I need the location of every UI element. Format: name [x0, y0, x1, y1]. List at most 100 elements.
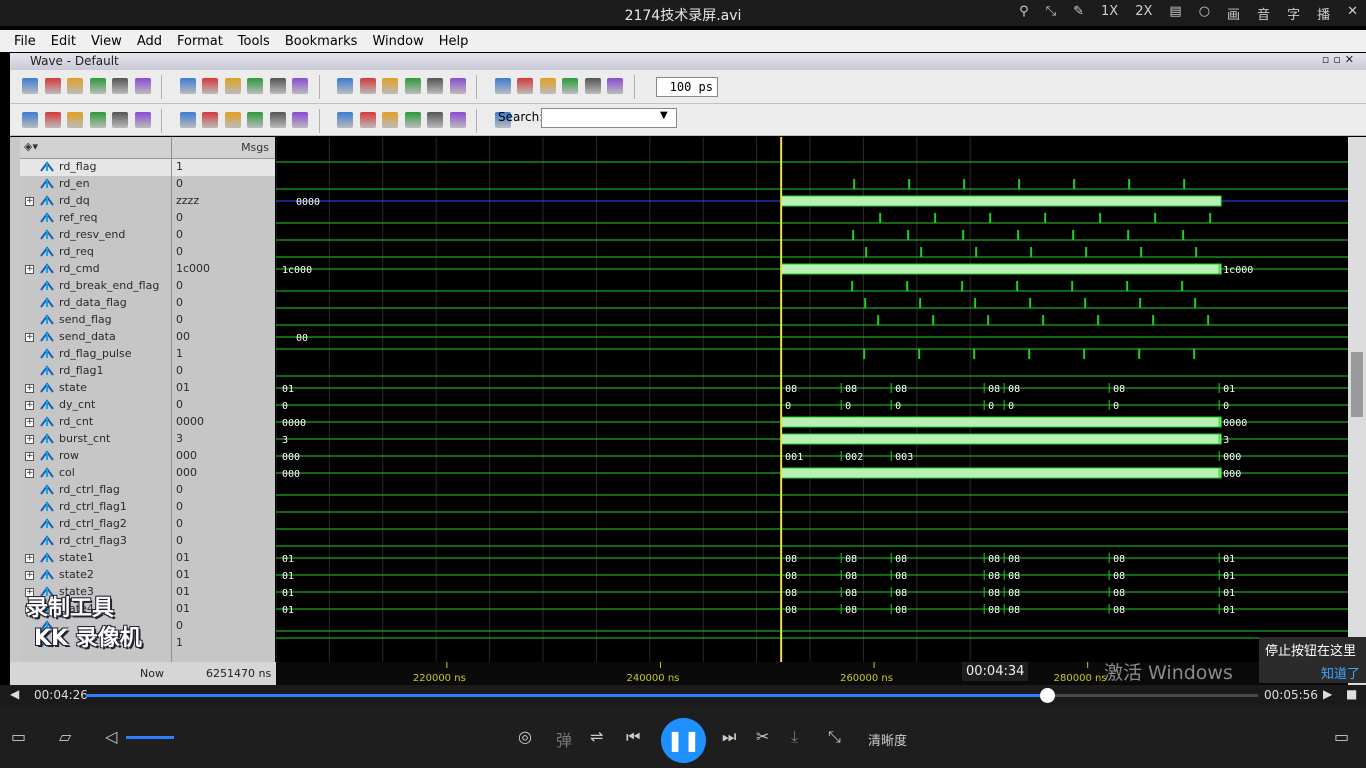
toolbar-icon[interactable] — [22, 112, 38, 128]
signal-row[interactable]: rd_data_flag — [20, 295, 171, 312]
volume-icon[interactable]: ◁ — [105, 727, 117, 746]
toolbar-icon[interactable] — [494, 78, 511, 94]
toolbar-icon[interactable] — [382, 78, 398, 94]
signal-row[interactable]: rd_break_end_flag — [20, 278, 171, 295]
signal-row[interactable]: send_flag — [20, 312, 171, 329]
signal-row[interactable]: + burst_cnt — [20, 431, 171, 448]
expand-icon[interactable]: + — [25, 435, 34, 444]
toolbar-icon[interactable] — [449, 112, 466, 128]
menu-help[interactable]: Help — [439, 34, 469, 49]
signal-row[interactable]: rd_ctrl_flag1 — [20, 499, 171, 516]
menu-edit[interactable]: Edit — [51, 34, 76, 49]
toolbar-icon[interactable] — [539, 78, 556, 94]
playlist-icon[interactable]: ▭ — [11, 727, 26, 746]
expand-icon[interactable]: + — [25, 554, 34, 563]
toolbar-icon[interactable] — [247, 78, 263, 94]
speed-2x-button[interactable]: 2X — [1135, 4, 1152, 23]
quality-button[interactable]: 清晰度 — [868, 730, 907, 749]
open-folder-icon[interactable]: ▱ — [59, 727, 71, 746]
toolbar-icon[interactable] — [607, 78, 623, 94]
toolbar-icon[interactable] — [427, 112, 443, 128]
toolbar-icon[interactable] — [359, 78, 376, 94]
signal-row[interactable]: rd_resv_end — [20, 227, 171, 244]
menu-tools[interactable]: Tools — [238, 34, 270, 49]
toolbar-icon[interactable] — [292, 112, 308, 128]
signal-row[interactable]: + state1 — [20, 550, 171, 567]
edit-icon[interactable]: ✎ — [1073, 4, 1084, 23]
toolbar-icon[interactable] — [22, 78, 38, 94]
previous-icon[interactable]: ⏮ — [626, 727, 640, 747]
toolbar-icon[interactable] — [44, 112, 61, 128]
menu-file[interactable]: File — [14, 34, 36, 49]
pin-icon[interactable]: ⚲ — [1019, 4, 1029, 23]
signal-row[interactable]: ref_req — [20, 210, 171, 227]
audio-button[interactable]: 音 — [1257, 4, 1270, 23]
speed-1x-button[interactable]: 1X — [1101, 4, 1118, 23]
fullscreen-icon[interactable]: ▭ — [1334, 727, 1349, 746]
window-controls[interactable]: ▫▫✕ — [1322, 53, 1358, 66]
expand-icon[interactable]: + — [25, 197, 34, 206]
toolbar-icon[interactable] — [269, 78, 286, 94]
toolbar-icon[interactable] — [44, 78, 61, 94]
toolbar-icon[interactable] — [89, 78, 106, 94]
next-icon[interactable]: ⏭ — [722, 727, 736, 747]
next-frame-icon[interactable]: ▶ — [1323, 687, 1332, 701]
toolbar-icon[interactable] — [247, 112, 263, 128]
expand-icon[interactable]: + — [25, 571, 34, 580]
toolbar-icon[interactable] — [134, 78, 151, 94]
screenshot-icon[interactable]: ○ — [1199, 4, 1210, 23]
signal-row[interactable]: + rd_dq — [20, 193, 171, 210]
visibility-icon[interactable]: ◎ — [518, 727, 532, 746]
signal-row[interactable]: + state2 — [20, 567, 171, 584]
toolbar-icon[interactable] — [359, 112, 376, 128]
toolbar-icon[interactable] — [382, 112, 398, 128]
chevron-down-icon[interactable]: ▼ — [660, 110, 668, 121]
expand-icon[interactable]: + — [25, 452, 34, 461]
waveform-pane[interactable]: 0000 1c000 1c000 00 01 08 08 08 08 08 08 01 0 0 0 0 0 0 0 0… — [276, 137, 1348, 685]
download-icon[interactable]: ⤓ — [791, 727, 798, 747]
toolbar-icon[interactable] — [67, 112, 83, 128]
toolbar-icon[interactable] — [427, 78, 443, 94]
toolbar-icon[interactable] — [112, 78, 128, 94]
signal-row[interactable]: rd_ctrl_flag — [20, 482, 171, 499]
toolbar-icon[interactable] — [112, 112, 128, 128]
toolbar-icon[interactable] — [584, 78, 601, 94]
toolbar-icon[interactable] — [337, 112, 353, 128]
picture-button[interactable]: 画 — [1227, 4, 1240, 23]
expand-icon[interactable]: + — [25, 384, 34, 393]
toolbar-icon[interactable] — [89, 112, 106, 128]
volume-slider[interactable] — [126, 736, 174, 739]
expand-icon[interactable]: + — [25, 418, 34, 427]
toolbar-icon[interactable] — [179, 112, 196, 128]
got-it-link[interactable]: 知道了 — [1265, 663, 1360, 682]
playback-button[interactable]: 播 — [1317, 4, 1330, 23]
subtitle-button[interactable]: 字 — [1287, 4, 1300, 23]
expand-icon[interactable]: + — [25, 265, 34, 274]
signal-row[interactable]: + state — [20, 380, 171, 397]
toolbar-icon[interactable] — [404, 112, 421, 128]
signal-row[interactable]: + rd_cnt — [20, 414, 171, 431]
menu-window[interactable]: Window — [372, 34, 423, 49]
toolbar-icon[interactable] — [224, 112, 241, 128]
danmaku-button[interactable]: 弹 — [556, 727, 572, 751]
search-input[interactable] — [541, 108, 677, 128]
toolbar-icon[interactable] — [67, 78, 83, 94]
signal-row[interactable]: + col — [20, 465, 171, 482]
toolbar-icon[interactable] — [337, 78, 353, 94]
time-step-field[interactable]: 100 ps — [656, 77, 718, 97]
wave-group-icon[interactable]: ◈▾ — [24, 140, 38, 153]
scissors-icon[interactable]: ✂ — [756, 727, 769, 746]
shrink-player-icon[interactable]: ⤡ — [828, 727, 841, 747]
pause-button[interactable]: ❚❚ — [661, 718, 706, 763]
signal-row[interactable]: rd_req — [20, 244, 171, 261]
toolbar-icon[interactable] — [134, 112, 151, 128]
toolbar-icon[interactable] — [562, 78, 578, 94]
signal-row[interactable]: rd_en — [20, 176, 171, 193]
signal-row[interactable]: rd_ctrl_flag2 — [20, 516, 171, 533]
toolbar-icon[interactable] — [404, 78, 421, 94]
signal-row[interactable]: + rd_cmd — [20, 261, 171, 278]
signal-row[interactable]: + send_data — [20, 329, 171, 346]
toolbar-icon[interactable] — [179, 78, 196, 94]
stop-icon[interactable]: ■ — [1346, 687, 1357, 701]
toolbar-icon[interactable] — [517, 78, 533, 94]
